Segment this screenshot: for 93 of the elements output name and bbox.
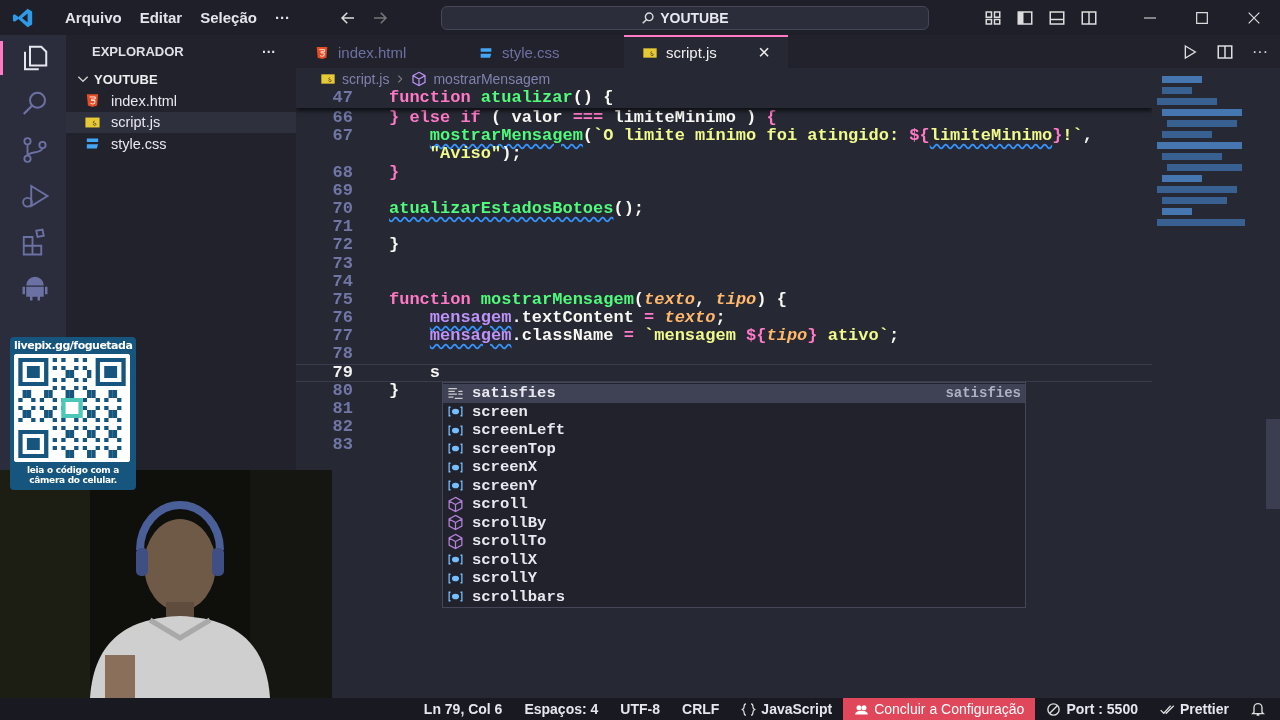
line-number: 68: [331, 163, 354, 182]
qr-link-text: livepix.gg/foguetada: [14, 339, 132, 352]
html-file-icon: [84, 92, 101, 110]
braces-icon: [741, 701, 757, 717]
code-line: mensagem.textContent = texto;: [428, 309, 726, 328]
menu-item[interactable]: ···: [265, 5, 299, 30]
code-line: function atualizar() {: [389, 89, 614, 108]
code-line: function mostrarMensagem(texto, tipo) {: [389, 290, 787, 310]
blocked-icon: [1046, 701, 1062, 717]
breadcrumb-item[interactable]: mostrarMensagem: [433, 70, 551, 87]
code-line: mensagem.className = `mensagem ${tipo} ativo`;: [428, 327, 900, 346]
line-number: 79: [331, 363, 354, 382]
menu-item[interactable]: Seleção: [191, 5, 266, 30]
code-line: mostrarMensagem(`O limite mínimo foi atingido: ${limiteMinimo}!`,: [428, 127, 1093, 146]
sidebar-toggle-icon[interactable]: [1016, 8, 1034, 27]
line-number: 70: [331, 199, 354, 219]
cube-icon: [411, 70, 428, 87]
maximize-icon[interactable]: [1194, 9, 1210, 26]
tab-label: style.css: [502, 44, 560, 61]
suggestion-item[interactable]: screenLeft: [443, 421, 1025, 440]
tab-label: index.html: [338, 44, 407, 61]
suggestion-item[interactable]: scrollTo: [443, 532, 1025, 551]
line-number: 76: [331, 309, 354, 328]
folder-header[interactable]: YOUTUBE: [66, 68, 296, 90]
code-line: }: [389, 163, 400, 182]
line-number: 80: [331, 381, 354, 400]
menu-item[interactable]: Editar: [130, 5, 192, 30]
vscode-logo-icon: [12, 6, 34, 29]
code-line: }: [389, 381, 400, 400]
qr-caption: leia o código com a câmera do celular.: [26, 465, 120, 485]
run-icon[interactable]: [1182, 43, 1198, 60]
line-number: 67: [331, 127, 354, 146]
command-search-field[interactable]: YOUTUBE: [440, 5, 929, 30]
line-number: 81: [331, 400, 354, 419]
status-bar-item[interactable]: Prettier: [1148, 698, 1240, 720]
suggestion-item[interactable]: scrollBy: [443, 513, 1025, 532]
more-actions-button[interactable]: ···: [262, 43, 276, 60]
panel-toggle-icon[interactable]: [1048, 8, 1066, 27]
suggestion-item[interactable]: screen: [443, 402, 1025, 421]
line-number: 47: [331, 89, 354, 108]
line-number: 69: [331, 181, 354, 200]
code-line: s: [428, 363, 440, 382]
status-bar-item[interactable]: Espaços: 4: [513, 698, 610, 720]
split-editor-icon[interactable]: [1216, 42, 1234, 61]
panel-title: EXPLORADOR: [92, 44, 184, 59]
cube-icon: [447, 532, 464, 550]
editor-tab[interactable]: script.js ×: [624, 35, 788, 68]
code-line: } else if ( valor === limiteMinimo ) {: [389, 109, 777, 127]
status-bar-item[interactable]: JavaScript: [730, 698, 844, 720]
bell-icon[interactable]: [1250, 701, 1266, 717]
split-layout-icon[interactable]: [1080, 8, 1098, 27]
html-file-icon: [314, 44, 330, 61]
file-item[interactable]: style.css: [66, 133, 296, 155]
line-number: 75: [331, 290, 354, 310]
suggestion-item[interactable]: scroll: [443, 495, 1025, 514]
status-bar-item[interactable]: Ln 79, Col 6: [412, 698, 514, 720]
line-number: 72: [331, 236, 354, 255]
line-number: 77: [331, 327, 354, 346]
line-number: 83: [331, 436, 354, 455]
line-number: 71: [331, 218, 354, 237]
line-number: 78: [331, 345, 354, 364]
file-item[interactable]: script.js: [66, 111, 296, 133]
file-item[interactable]: index.html: [66, 90, 296, 112]
tab-label: script.js: [666, 44, 717, 61]
cube-icon: [447, 514, 464, 532]
suggestion-item[interactable]: scrollY: [443, 569, 1025, 588]
line-number: 73: [331, 254, 354, 273]
scrollbar-thumb[interactable]: [1266, 419, 1280, 509]
cube-icon: [447, 495, 464, 513]
suggestion-item[interactable]: screenY: [443, 476, 1025, 495]
suggestion-item[interactable]: screenTop: [443, 439, 1025, 458]
suggestion-item[interactable]: scrollX: [443, 550, 1025, 569]
menu-item[interactable]: Arquivo: [56, 5, 131, 30]
more-actions-button[interactable]: ···: [1252, 42, 1268, 61]
run-debug-icon: [19, 181, 50, 211]
suggestion-item[interactable]: satisfies satisfies: [443, 384, 1025, 403]
breadcrumb-item[interactable]: script.js: [342, 70, 390, 87]
code-line: }: [389, 236, 400, 255]
status-bar-item[interactable]: Port : 5500: [1035, 698, 1149, 720]
sticky-scroll-bar[interactable]: 47 function atualizar() {: [296, 89, 1152, 108]
layout-grid-icon[interactable]: [984, 8, 1002, 27]
search-icon: [641, 10, 656, 25]
suggestion-item[interactable]: screenX: [443, 458, 1025, 477]
suggestion-item[interactable]: scrollbars: [443, 587, 1025, 606]
line-number: 74: [331, 272, 354, 291]
code-line: atualizarEstadosBotoes();: [389, 199, 645, 219]
line-number: 82: [331, 418, 354, 437]
code-line: "Aviso");: [428, 145, 522, 164]
status-bar-item[interactable]: CRLF: [671, 698, 731, 720]
status-bar-item[interactable]: Concluir a Configuração: [843, 698, 1036, 720]
status-bar-item[interactable]: UTF-8: [609, 698, 671, 720]
close-tab-button[interactable]: ×: [758, 41, 770, 64]
line-number: 66: [331, 109, 354, 128]
